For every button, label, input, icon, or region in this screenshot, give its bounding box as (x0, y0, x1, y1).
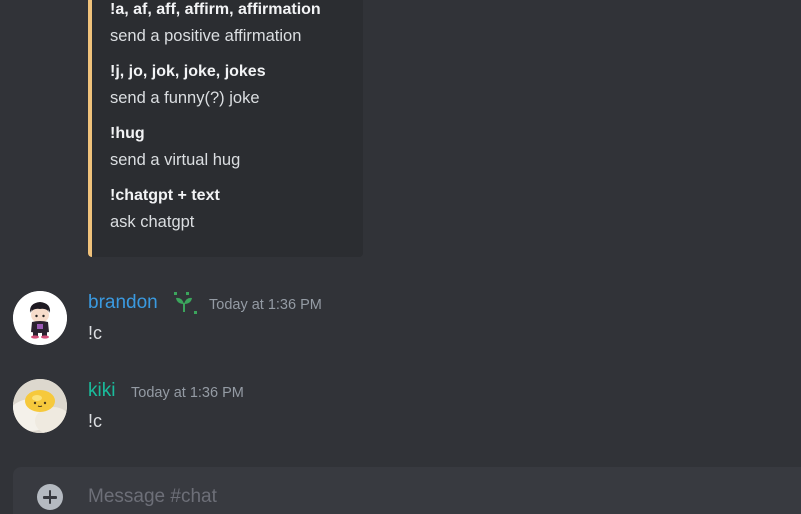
embed-field-name: !chatgpt + text (110, 187, 220, 204)
embed-field-name: !a, af, aff, affirm, affirmation (110, 1, 321, 18)
embed-field: !j, jo, jok, joke, jokes send a funny(?)… (110, 62, 360, 108)
chat-view: !a, af, aff, affirm, affirmation send a … (0, 0, 801, 514)
add-attachment-button[interactable] (37, 484, 63, 510)
message-composer (13, 467, 801, 514)
message-content: !c (88, 323, 103, 343)
command-embed: !a, af, aff, affirm, affirmation send a … (88, 0, 363, 257)
message-input[interactable] (88, 485, 768, 509)
embed-field-value: send a positive affirmation (110, 27, 302, 45)
embed-field-value: ask chatgpt (110, 213, 195, 231)
avatar-image (13, 379, 67, 433)
embed-field: !a, af, aff, affirm, affirmation send a … (110, 0, 360, 46)
embed-field-value: send a virtual hug (110, 151, 241, 169)
avatar[interactable] (13, 291, 67, 345)
embed-field-name: !j, jo, jok, joke, jokes (110, 63, 266, 80)
embed-field-value: send a funny(?) joke (110, 89, 260, 107)
username[interactable]: kiki (88, 380, 115, 402)
embed-field: !chatgpt + text ask chatgpt (110, 186, 360, 232)
timestamp[interactable]: Today at 1:36 PM (209, 296, 322, 314)
embed-field: !hug send a virtual hug (110, 124, 360, 170)
embed-field-name: !hug (110, 125, 145, 142)
username[interactable]: brandon (88, 292, 158, 314)
message-content: !c (88, 411, 103, 431)
avatar-image (13, 291, 67, 345)
timestamp[interactable]: Today at 1:36 PM (131, 384, 244, 402)
sprout-icon (170, 290, 198, 316)
avatar[interactable] (13, 379, 67, 433)
